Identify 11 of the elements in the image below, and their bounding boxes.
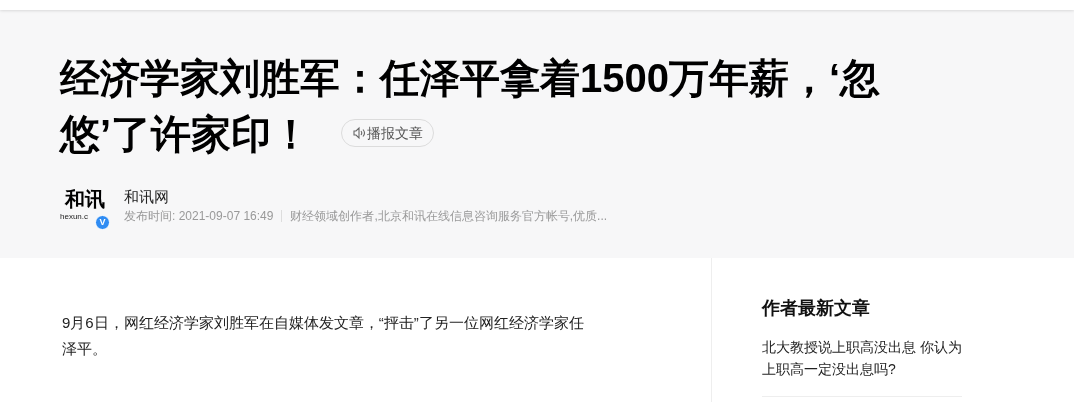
sidebar-heading: 作者最新文章 bbox=[762, 297, 871, 320]
article-paragraph: 9月6日，网红经济学家刘胜军在自媒体发文章，“抨击”了另一位网红经济学家任泽平。 bbox=[62, 313, 585, 359]
author-name[interactable]: 和讯网 bbox=[124, 188, 608, 204]
logo-text: 和讯 bbox=[65, 189, 105, 209]
author-description: 财经领域创作者,北京和讯在线信息咨询服务官方帐号,优质... bbox=[290, 209, 608, 222]
verified-badge: V bbox=[95, 215, 110, 230]
publish-time: 发布时间: 2021-09-07 16:49 bbox=[124, 209, 274, 222]
sidebar-article-link[interactable]: 北大教授说上职高没出息 你认为上职高一定没出息吗? bbox=[762, 336, 962, 397]
speaker-icon bbox=[352, 126, 367, 141]
article-title: 经济学家刘胜军：任泽平拿着1500万年薪，‘忽悠’了许家印！ 播报文章 bbox=[60, 55, 882, 158]
logo-subtext: hexun.c bbox=[60, 213, 89, 221]
